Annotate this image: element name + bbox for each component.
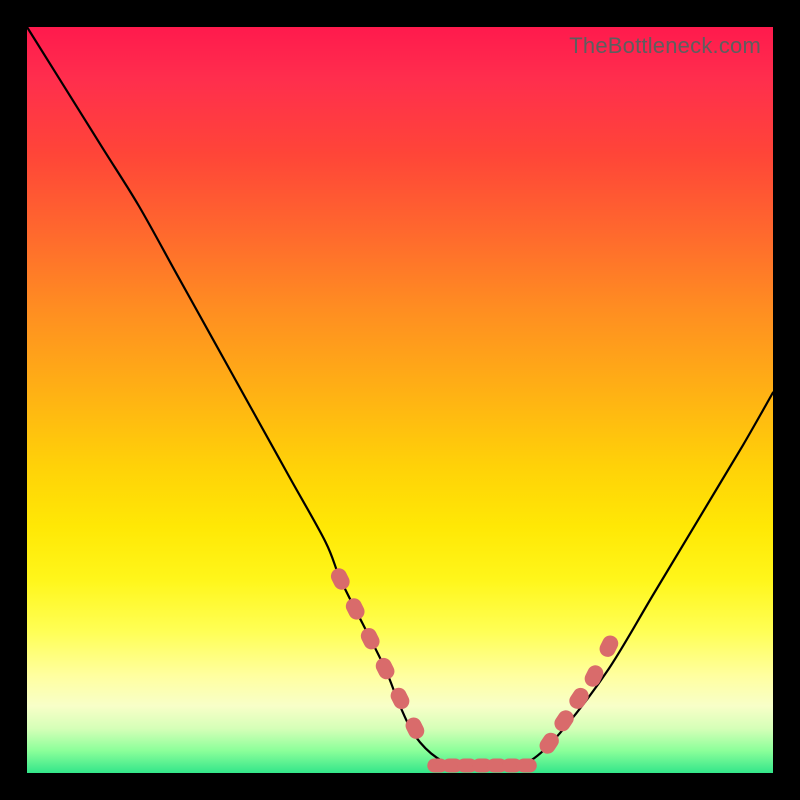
plot-area: TheBottleneck.com (27, 27, 773, 773)
curve-marker (582, 663, 606, 690)
markers-right-slope (536, 633, 621, 757)
curve-marker (517, 759, 537, 773)
curve-marker (373, 655, 397, 682)
curve-marker (566, 685, 592, 712)
curve-marker (343, 595, 367, 622)
curve-marker (358, 625, 382, 652)
chart-stage: TheBottleneck.com (0, 0, 800, 800)
curve-marker (551, 707, 577, 734)
bottleneck-curve (27, 27, 773, 766)
curve-marker (328, 566, 352, 593)
markers-flat-bottom (427, 759, 537, 773)
curve-marker (388, 685, 412, 712)
curve-layer (27, 27, 773, 773)
